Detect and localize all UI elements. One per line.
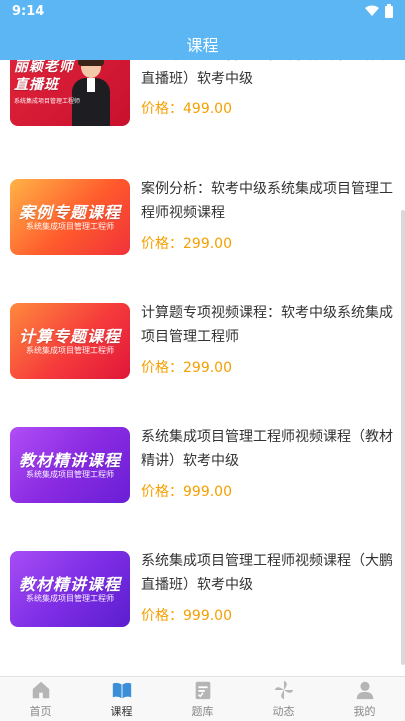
price-label: 价格： xyxy=(141,360,183,376)
course-thumbnail: 教材精讲课程 系统集成项目管理工程师 xyxy=(10,551,130,627)
course-title: 计算题专项视频课程：软考中级系统集成项目管理工程师 xyxy=(141,305,393,345)
thumbnail-title: 教材精讲课程 xyxy=(18,451,121,470)
thumbnail-subtitle: 系统集成项目管理工程师 xyxy=(26,346,114,355)
thumbnail-title: 教材精讲课程 xyxy=(18,575,121,594)
tab-courses[interactable]: 课程 xyxy=(81,677,162,721)
price-value: 299.00 xyxy=(183,236,232,252)
price-value: 499.00 xyxy=(183,101,232,117)
tab-label: 题库 xyxy=(191,705,214,718)
tab-label: 我的 xyxy=(353,705,376,718)
thumbnail-subtitle: 系统集成项目管理工程师 xyxy=(26,470,114,479)
course-item[interactable]: 丽颖老师 直播班 系统集成项目管理工程师 系统集成项目管理工程师视频课程（丽颖直… xyxy=(0,60,405,160)
tab-profile[interactable]: 我的 xyxy=(324,677,405,721)
pinwheel-icon xyxy=(274,680,293,700)
wifi-icon xyxy=(365,5,379,16)
tab-home[interactable]: 首页 xyxy=(0,677,81,721)
course-thumbnail: 计算专题课程 系统集成项目管理工程师 xyxy=(10,303,130,379)
course-item[interactable]: 案例专题课程 系统集成项目管理工程师 案例分析：软考中级系统集成项目管理工程师视… xyxy=(0,177,405,287)
course-title: 系统集成项目管理工程师视频课程（丽颖直播班）软考中级 xyxy=(141,60,393,87)
price-label: 价格： xyxy=(141,484,183,500)
thumbnail-subtitle: 系统集成项目管理工程师 xyxy=(14,98,81,105)
status-time: 9:14 xyxy=(12,4,45,19)
course-price: 价格：299.00 xyxy=(141,357,232,377)
home-icon xyxy=(32,681,49,699)
thumbnail-subtitle: 系统集成项目管理工程师 xyxy=(26,222,114,231)
course-title: 系统集成项目管理工程师视频课程（大鹏直播班）软考中级 xyxy=(141,553,393,593)
page-title: 课程 xyxy=(186,36,219,55)
profile-icon xyxy=(356,681,373,700)
tab-activity[interactable]: 动态 xyxy=(243,677,324,721)
course-title: 案例分析：软考中级系统集成项目管理工程师视频课程 xyxy=(141,181,393,221)
bottom-tab-bar: 首页 课程 题库 动态 我的 xyxy=(0,676,405,721)
course-thumbnail: 教材精讲课程 系统集成项目管理工程师 xyxy=(10,427,130,503)
tab-label: 首页 xyxy=(29,705,52,718)
course-item[interactable]: 教材精讲课程 系统集成项目管理工程师 系统集成项目管理工程师视频课程（大鹏直播班… xyxy=(0,549,405,659)
course-list[interactable]: 丽颖老师 直播班 系统集成项目管理工程师 系统集成项目管理工程师视频课程（丽颖直… xyxy=(0,60,405,664)
tab-label: 动态 xyxy=(272,705,295,718)
question-bank-icon xyxy=(195,681,210,700)
price-label: 价格： xyxy=(141,236,183,252)
course-price: 价格：299.00 xyxy=(141,233,232,253)
course-title: 系统集成项目管理工程师视频课程（教材精讲）软考中级 xyxy=(141,429,393,469)
course-item[interactable]: 计算专题课程 系统集成项目管理工程师 计算题专项视频课程：软考中级系统集成项目管… xyxy=(0,301,405,411)
tab-question-bank[interactable]: 题库 xyxy=(162,677,243,721)
thumbnail-subtitle: 系统集成项目管理工程师 xyxy=(26,594,114,603)
price-value: 999.00 xyxy=(183,608,232,624)
status-bar: 9:14 xyxy=(0,0,405,24)
price-value: 299.00 xyxy=(183,360,232,376)
course-item[interactable]: 教材精讲课程 系统集成项目管理工程师 系统集成项目管理工程师视频课程（教材精讲）… xyxy=(0,425,405,535)
thumbnail-title: 丽颖老师 直播班 xyxy=(14,60,74,93)
course-price: 价格：999.00 xyxy=(141,605,232,625)
price-value: 999.00 xyxy=(183,484,232,500)
status-icons xyxy=(365,4,393,18)
battery-icon xyxy=(385,4,393,18)
course-thumbnail: 案例专题课程 系统集成项目管理工程师 xyxy=(10,179,130,255)
course-price: 价格：999.00 xyxy=(141,481,232,501)
scrollbar[interactable] xyxy=(401,210,405,665)
price-label: 价格： xyxy=(141,101,183,117)
price-label: 价格： xyxy=(141,608,183,624)
course-thumbnail: 丽颖老师 直播班 系统集成项目管理工程师 xyxy=(10,60,130,126)
course-price: 价格：499.00 xyxy=(141,98,232,118)
thumbnail-title: 案例专题课程 xyxy=(18,203,121,222)
tab-label: 课程 xyxy=(110,705,133,718)
app-header: 课程 xyxy=(0,24,405,60)
thumbnail-title: 计算专题课程 xyxy=(18,327,121,346)
book-icon xyxy=(112,682,131,699)
